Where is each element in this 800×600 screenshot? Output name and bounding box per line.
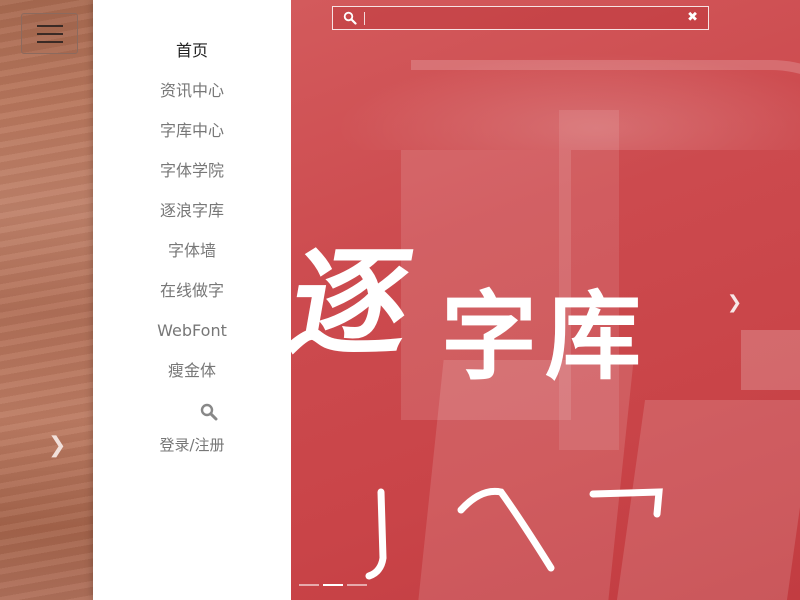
hero-title: 字库 <box>441 281 649 393</box>
nav-item-news[interactable]: 资讯中心 <box>93 81 291 101</box>
nav-item-slender-gold[interactable]: 瘦金体 <box>93 361 291 381</box>
slide-indicator[interactable] <box>299 584 319 586</box>
hamburger-icon <box>36 40 63 43</box>
nav-item-zhulang-fonts[interactable]: 逐浪字库 <box>93 201 291 221</box>
login-register-link[interactable]: 登录/注册 <box>93 434 291 455</box>
nav-item-font-library[interactable]: 字库中心 <box>93 121 291 141</box>
hero-banner: 逐 字库 ❯ <box>291 0 800 600</box>
chevron-right-icon[interactable]: ❯ <box>48 434 68 458</box>
nav-item-webfont[interactable]: WebFont <box>93 321 291 341</box>
menu-toggle-button[interactable] <box>21 13 78 54</box>
hamburger-icon <box>36 32 63 35</box>
search-icon[interactable] <box>343 11 357 25</box>
slide-indicator-active[interactable] <box>323 584 343 586</box>
search-divider <box>364 12 365 25</box>
nav-item-font-academy[interactable]: 字体学院 <box>93 161 291 181</box>
nav-item-online-font-maker[interactable]: 在线做字 <box>93 281 291 301</box>
nav-item-home[interactable]: 首页 <box>93 41 291 61</box>
search-input[interactable] <box>369 9 679 27</box>
nav-item-font-wall[interactable]: 字体墙 <box>93 241 291 261</box>
hamburger-icon <box>36 24 63 27</box>
search-icon[interactable] <box>200 403 218 421</box>
search-bar: ✖ <box>332 6 709 30</box>
chevron-right-icon[interactable]: ❯ <box>727 292 742 313</box>
background-left <box>0 0 93 600</box>
side-drawer: 首页 资讯中心 字库中心 字体学院 逐浪字库 字体墙 在线做字 WebFont … <box>93 0 291 600</box>
slide-indicator[interactable] <box>347 584 367 586</box>
hero-monitor <box>741 330 800 390</box>
calligraphy-strokes <box>365 487 663 580</box>
close-icon[interactable]: ✖ <box>687 9 698 27</box>
slide-indicators <box>299 584 367 586</box>
